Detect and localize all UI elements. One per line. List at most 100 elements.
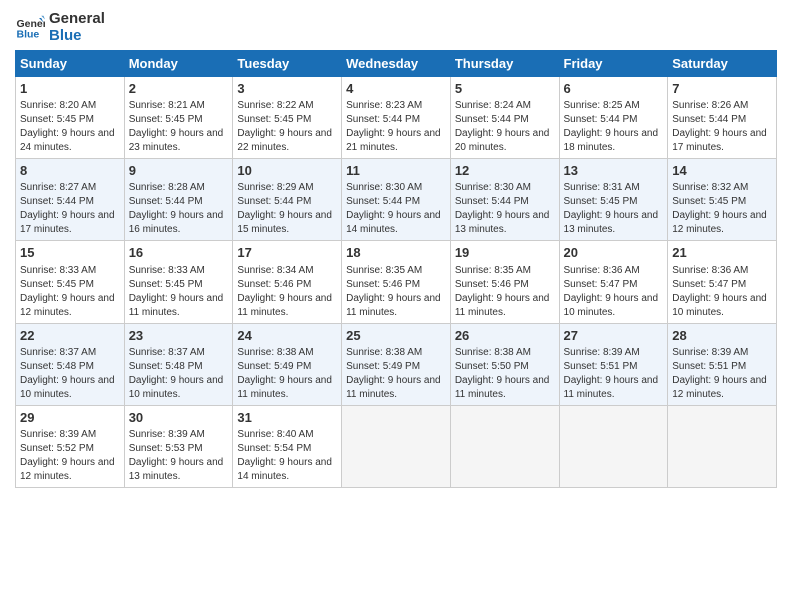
calendar-cell: 29Sunrise: 8:39 AMSunset: 5:52 PMDayligh…	[16, 405, 125, 487]
sunrise-text: Sunrise: 8:32 AM	[672, 182, 748, 193]
daylight-text: Daylight: 9 hours and 14 minutes.	[346, 210, 441, 235]
logo-icon: General Blue	[15, 12, 45, 42]
daylight-text: Daylight: 9 hours and 22 minutes.	[237, 128, 332, 153]
sunset-text: Sunset: 5:45 PM	[672, 196, 746, 207]
daylight-text: Daylight: 9 hours and 21 minutes.	[346, 128, 441, 153]
day-number: 8	[20, 162, 120, 180]
calendar-cell	[559, 405, 668, 487]
sunset-text: Sunset: 5:49 PM	[237, 361, 311, 372]
calendar-cell: 22Sunrise: 8:37 AMSunset: 5:48 PMDayligh…	[16, 323, 125, 405]
day-number: 4	[346, 80, 446, 98]
day-number: 31	[237, 409, 337, 427]
daylight-text: Daylight: 9 hours and 16 minutes.	[129, 210, 224, 235]
calendar-cell: 4 Sunrise: 8:23 AM Sunset: 5:44 PM Daylight…	[342, 77, 451, 159]
sunrise-text: Sunrise: 8:23 AM	[346, 100, 422, 111]
calendar-cell: 17Sunrise: 8:34 AMSunset: 5:46 PMDayligh…	[233, 241, 342, 323]
sunrise-text: Sunrise: 8:28 AM	[129, 182, 205, 193]
sunrise-text: Sunrise: 8:31 AM	[564, 182, 640, 193]
daylight-text: Daylight: 9 hours and 13 minutes.	[564, 210, 659, 235]
daylight-text: Daylight: 9 hours and 10 minutes.	[129, 375, 224, 400]
day-number: 24	[237, 327, 337, 345]
sunrise-text: Sunrise: 8:30 AM	[455, 182, 531, 193]
daylight-text: Daylight: 9 hours and 11 minutes.	[455, 375, 550, 400]
day-number: 6	[564, 80, 664, 98]
sunset-text: Sunset: 5:51 PM	[672, 361, 746, 372]
daylight-text: Daylight: 9 hours and 12 minutes.	[20, 293, 115, 318]
calendar-cell: 15Sunrise: 8:33 AMSunset: 5:45 PMDayligh…	[16, 241, 125, 323]
sunrise-text: Sunrise: 8:24 AM	[455, 100, 531, 111]
day-number: 29	[20, 409, 120, 427]
calendar-cell: 11Sunrise: 8:30 AMSunset: 5:44 PMDayligh…	[342, 159, 451, 241]
sunset-text: Sunset: 5:44 PM	[346, 114, 420, 125]
sunset-text: Sunset: 5:46 PM	[237, 279, 311, 290]
sunrise-text: Sunrise: 8:33 AM	[129, 265, 205, 276]
daylight-text: Daylight: 9 hours and 11 minutes.	[237, 375, 332, 400]
daylight-text: Daylight: 9 hours and 24 minutes.	[20, 128, 115, 153]
sunrise-text: Sunrise: 8:33 AM	[20, 265, 96, 276]
sunset-text: Sunset: 5:44 PM	[564, 114, 638, 125]
daylight-text: Daylight: 9 hours and 12 minutes.	[672, 375, 767, 400]
calendar-cell: 16Sunrise: 8:33 AMSunset: 5:45 PMDayligh…	[124, 241, 233, 323]
sunset-text: Sunset: 5:45 PM	[20, 114, 94, 125]
daylight-text: Daylight: 9 hours and 11 minutes.	[455, 293, 550, 318]
sunrise-text: Sunrise: 8:35 AM	[346, 265, 422, 276]
sunset-text: Sunset: 5:46 PM	[455, 279, 529, 290]
calendar-cell	[450, 405, 559, 487]
calendar-cell: 20Sunrise: 8:36 AMSunset: 5:47 PMDayligh…	[559, 241, 668, 323]
calendar-cell: 14Sunrise: 8:32 AMSunset: 5:45 PMDayligh…	[668, 159, 777, 241]
sunset-text: Sunset: 5:44 PM	[672, 114, 746, 125]
calendar-cell: 24Sunrise: 8:38 AMSunset: 5:49 PMDayligh…	[233, 323, 342, 405]
daylight-text: Daylight: 9 hours and 13 minutes.	[455, 210, 550, 235]
day-number: 18	[346, 244, 446, 262]
sunrise-text: Sunrise: 8:40 AM	[237, 429, 313, 440]
sunset-text: Sunset: 5:44 PM	[20, 196, 94, 207]
daylight-text: Daylight: 9 hours and 11 minutes.	[346, 375, 441, 400]
calendar-week-row: 1Sunrise: 8:20 AMSunset: 5:45 PMDaylight…	[16, 77, 777, 159]
sunset-text: Sunset: 5:45 PM	[564, 196, 638, 207]
calendar-cell: 31Sunrise: 8:40 AMSunset: 5:54 PMDayligh…	[233, 405, 342, 487]
daylight-text: Daylight: 9 hours and 15 minutes.	[237, 210, 332, 235]
day-number: 14	[672, 162, 772, 180]
daylight-text: Daylight: 9 hours and 10 minutes.	[672, 293, 767, 318]
day-number: 11	[346, 162, 446, 180]
sunrise-text: Sunrise: 8:34 AM	[237, 265, 313, 276]
sunrise-text: Sunrise: 8:39 AM	[20, 429, 96, 440]
weekday-header-friday: Friday	[559, 51, 668, 77]
calendar-cell: 8Sunrise: 8:27 AMSunset: 5:44 PMDaylight…	[16, 159, 125, 241]
day-number: 16	[129, 244, 229, 262]
sunset-text: Sunset: 5:51 PM	[564, 361, 638, 372]
day-number: 7	[672, 80, 772, 98]
day-number: 30	[129, 409, 229, 427]
daylight-text: Daylight: 9 hours and 17 minutes.	[20, 210, 115, 235]
calendar-cell: 9Sunrise: 8:28 AMSunset: 5:44 PMDaylight…	[124, 159, 233, 241]
weekday-header-row: SundayMondayTuesdayWednesdayThursdayFrid…	[16, 51, 777, 77]
calendar-cell: 5Sunrise: 8:24 AMSunset: 5:44 PMDaylight…	[450, 77, 559, 159]
logo-general: General	[49, 10, 105, 27]
calendar-cell: 25Sunrise: 8:38 AMSunset: 5:49 PMDayligh…	[342, 323, 451, 405]
calendar-cell	[342, 405, 451, 487]
day-number: 9	[129, 162, 229, 180]
daylight-text: Daylight: 9 hours and 11 minutes.	[346, 293, 441, 318]
day-number: 10	[237, 162, 337, 180]
sunset-text: Sunset: 5:45 PM	[20, 279, 94, 290]
calendar-cell: 7Sunrise: 8:26 AMSunset: 5:44 PMDaylight…	[668, 77, 777, 159]
daylight-text: Daylight: 9 hours and 18 minutes.	[564, 128, 659, 153]
daylight-text: Daylight: 9 hours and 14 minutes.	[237, 457, 332, 482]
sunrise-text: Sunrise: 8:38 AM	[455, 347, 531, 358]
day-number: 21	[672, 244, 772, 262]
daylight-text: Daylight: 9 hours and 11 minutes.	[129, 293, 224, 318]
sunset-text: Sunset: 5:48 PM	[20, 361, 94, 372]
calendar-cell: 13Sunrise: 8:31 AMSunset: 5:45 PMDayligh…	[559, 159, 668, 241]
sunrise-text: Sunrise: 8:39 AM	[564, 347, 640, 358]
sunrise-text: Sunrise: 8:30 AM	[346, 182, 422, 193]
daylight-text: Daylight: 9 hours and 13 minutes.	[129, 457, 224, 482]
sunrise-text: Sunrise: 8:37 AM	[129, 347, 205, 358]
calendar-cell: 19Sunrise: 8:35 AMSunset: 5:46 PMDayligh…	[450, 241, 559, 323]
header: General Blue General Blue	[15, 10, 777, 44]
calendar-cell: 12Sunrise: 8:30 AMSunset: 5:44 PMDayligh…	[450, 159, 559, 241]
daylight-text: Daylight: 9 hours and 23 minutes.	[129, 128, 224, 153]
calendar-cell: 2Sunrise: 8:21 AMSunset: 5:45 PMDaylight…	[124, 77, 233, 159]
day-number: 27	[564, 327, 664, 345]
daylight-text: Daylight: 9 hours and 11 minutes.	[237, 293, 332, 318]
sunset-text: Sunset: 5:49 PM	[346, 361, 420, 372]
